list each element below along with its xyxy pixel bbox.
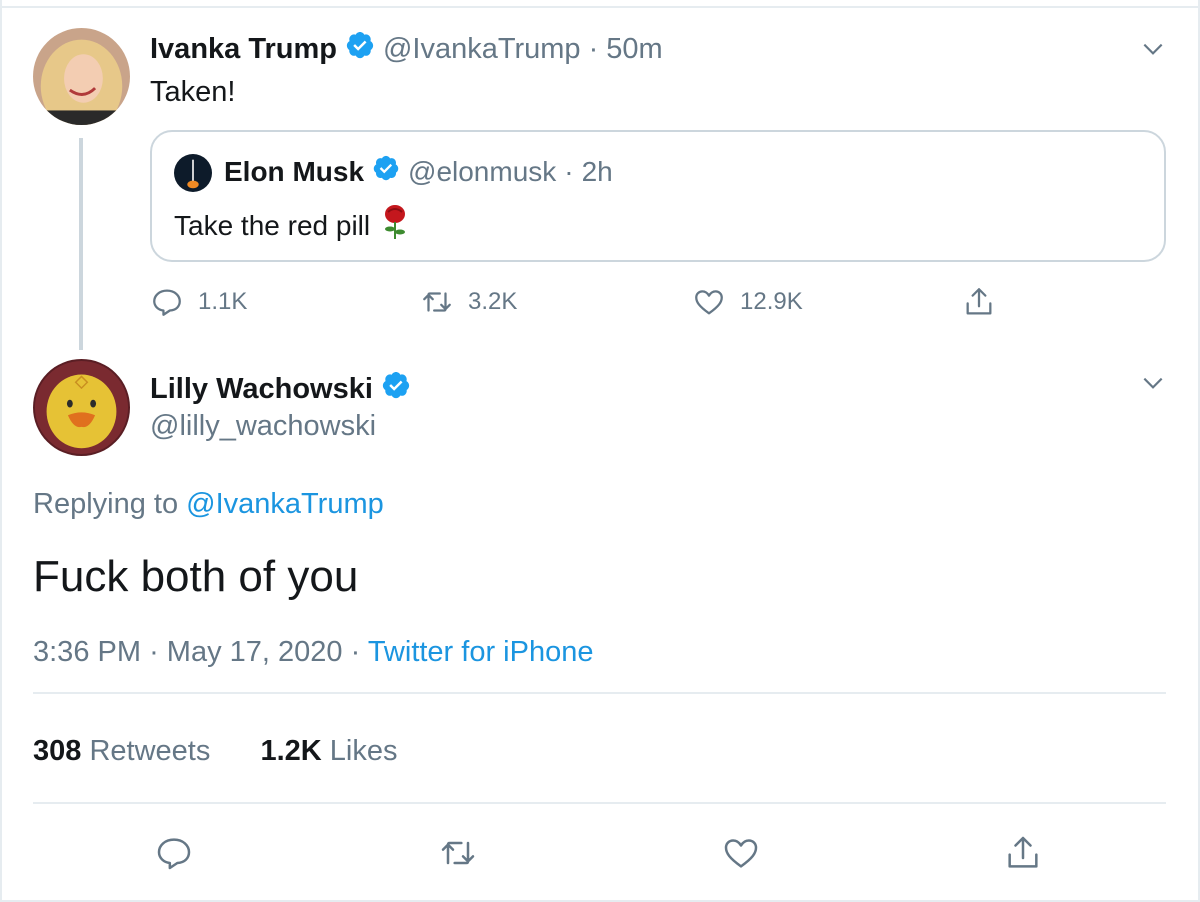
tweet-time[interactable]: 50m <box>606 33 662 66</box>
tweet-meta: 3:36 PM · May 17, 2020 · Twitter for iPh… <box>33 636 593 669</box>
separator-dot: · <box>564 155 574 187</box>
verified-badge-icon <box>372 154 400 189</box>
author-name[interactable]: Ivanka Trump <box>150 33 337 66</box>
quoted-tweet-text: Take the red pill <box>174 209 371 241</box>
retweet-total: 308 <box>33 735 82 767</box>
likes-stat[interactable]: 1.2K Likes <box>260 735 397 767</box>
retweet-count: 3.2K <box>468 288 518 315</box>
engagement-stats: 308 Retweets 1.2K Likes <box>33 735 398 768</box>
avatar-lilly[interactable] <box>33 359 130 456</box>
retweet-icon <box>423 292 451 312</box>
retweet-label: Retweets <box>89 735 211 767</box>
quoted-author-handle: @elonmusk <box>408 155 557 187</box>
tweet-text: Fuck both of you <box>33 552 359 601</box>
quoted-tweet-text-row: Take the red pill <box>174 204 408 247</box>
reply-count: 1.1K <box>198 288 248 315</box>
chevron-down-icon[interactable] <box>1140 36 1166 62</box>
like-label: Likes <box>329 735 398 767</box>
rose-emoji <box>382 204 408 247</box>
divider <box>33 802 1166 804</box>
share-icon <box>1008 836 1038 868</box>
quoted-tweet-header: Elon Musk @elonmusk · 2h <box>224 154 613 189</box>
tweet-time[interactable]: 3:36 PM <box>33 636 141 668</box>
like-total: 1.2K <box>260 735 322 767</box>
separator-dot: · <box>588 32 599 65</box>
author-handle[interactable]: @lilly_wachowski <box>150 410 376 443</box>
replying-to-link[interactable]: @IvankaTrump <box>186 488 384 520</box>
top-divider <box>0 6 1200 8</box>
tweet1-header: Ivanka Trump @IvankaTrump · 50m <box>150 30 663 68</box>
tweet-source[interactable]: Twitter for iPhone <box>368 636 594 668</box>
like-count: 12.9K <box>740 288 803 315</box>
share-icon <box>966 288 992 315</box>
retweet-action[interactable]: 3.2K <box>420 282 517 322</box>
author-handle[interactable]: @IvankaTrump <box>383 33 581 66</box>
separator-dot: · <box>149 636 159 668</box>
retweet-icon <box>441 841 475 865</box>
tweet-text: Taken! <box>150 76 236 108</box>
author-name[interactable]: Lilly Wachowski <box>150 373 373 406</box>
avatar-elon <box>174 154 212 192</box>
tweet2-author-row: Lilly Wachowski <box>150 370 411 408</box>
heart-icon <box>695 290 723 315</box>
chevron-down-icon[interactable] <box>1140 370 1166 396</box>
replying-to-line: Replying to @IvankaTrump <box>33 488 384 521</box>
reply-icon <box>153 289 181 316</box>
heart-icon <box>724 839 758 868</box>
like-action[interactable]: 12.9K <box>692 282 803 322</box>
share-button[interactable] <box>1003 833 1043 873</box>
thread-connector-line <box>79 138 83 350</box>
retweets-stat[interactable]: 308 Retweets <box>33 735 210 767</box>
quoted-tweet-time: 2h <box>581 155 613 187</box>
verified-badge-icon <box>345 30 375 68</box>
verified-badge-icon <box>381 370 411 408</box>
replying-prefix: Replying to <box>33 488 179 520</box>
quoted-tweet-card[interactable]: Elon Musk @elonmusk · 2h Take the red pi… <box>150 130 1166 262</box>
share-action[interactable] <box>962 282 996 322</box>
separator-dot: · <box>350 636 361 668</box>
reply-action[interactable]: 1.1K <box>150 282 247 322</box>
reply-icon <box>157 838 191 870</box>
avatar-ivanka[interactable] <box>33 28 130 125</box>
retweet-button[interactable] <box>438 833 478 873</box>
tweet-date[interactable]: May 17, 2020 <box>167 636 343 668</box>
like-button[interactable] <box>721 833 761 873</box>
quoted-author-name: Elon Musk <box>224 155 365 187</box>
reply-button[interactable] <box>154 833 194 873</box>
divider <box>33 692 1166 694</box>
